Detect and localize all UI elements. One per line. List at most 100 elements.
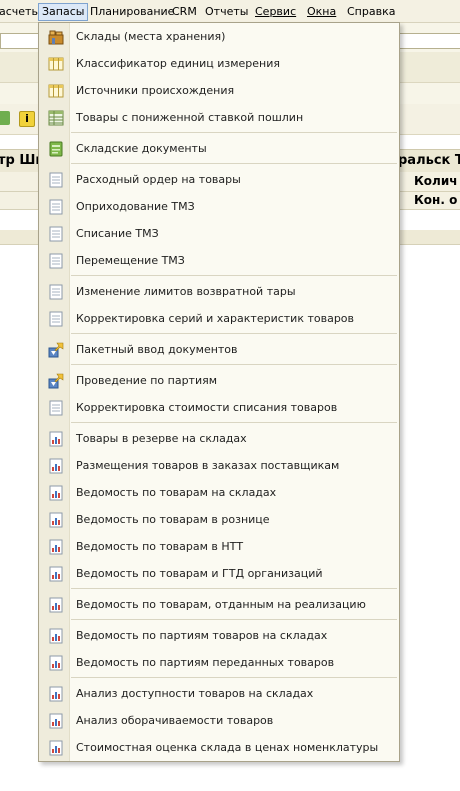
processing-icon [48, 342, 64, 358]
menu-item[interactable]: Классификатор единиц измерения [39, 52, 399, 76]
grid-header-right-text: ральск Т [398, 153, 460, 168]
menu-item[interactable]: Товары с пониженной ставкой пошлин [39, 106, 399, 130]
report-icon [48, 686, 64, 702]
menu-item[interactable]: Ведомость по товарам, отданным на реализ… [39, 593, 399, 617]
menu-item[interactable]: Изменение лимитов возвратной тары [39, 280, 399, 304]
register-icon [48, 110, 64, 126]
report-icon [48, 655, 64, 671]
menu-item[interactable]: Ведомость по партиям переданных товаров [39, 651, 399, 675]
menu-item-label: Ведомость по партиям переданных товаров [76, 656, 335, 669]
menu-item-label: Товары в резерве на складах [76, 432, 247, 445]
menu-separator [71, 132, 397, 133]
main-menu-bar: асчеты Запасы Планирование CRM Отчеты Се… [0, 0, 460, 23]
menu-item[interactable]: Корректировка серий и характеристик това… [39, 307, 399, 331]
report-icon [48, 431, 64, 447]
document-icon [48, 199, 64, 215]
menu-item-label: Ведомость по товарам, отданным на реализ… [76, 598, 366, 611]
report-icon [48, 597, 64, 613]
warehouse-icon [48, 29, 64, 45]
document-icon [48, 253, 64, 269]
journal-icon [48, 141, 64, 157]
menu-item[interactable]: Ведомость по товарам и ГТД организаций [39, 562, 399, 586]
document-icon [48, 226, 64, 242]
menu-separator [71, 588, 397, 589]
menu-item[interactable]: Перемещение ТМЗ [39, 249, 399, 273]
menu-item[interactable]: Списание ТМЗ [39, 222, 399, 246]
menu-separator [71, 163, 397, 164]
menu-item[interactable]: Пакетный ввод документов [39, 338, 399, 362]
menu-zapasy[interactable]: Запасы [38, 3, 89, 21]
menu-item-label: Ведомость по товарам в НТТ [76, 540, 244, 553]
report-icon [48, 628, 64, 644]
menu-separator [71, 364, 397, 365]
menu-item-label: Расходный ордер на товары [76, 173, 241, 186]
menu-raschety[interactable]: асчеты [0, 4, 40, 20]
menu-separator [71, 677, 397, 678]
menu-item-label: Складские документы [76, 142, 207, 155]
menu-item-label: Ведомость по товарам на складах [76, 486, 277, 499]
menu-item-label: Ведомость по товарам в рознице [76, 513, 270, 526]
menu-item-label: Ведомость по товарам и ГТД организаций [76, 567, 323, 580]
background-input-left[interactable] [0, 33, 40, 49]
menu-item[interactable]: Расходный ордер на товары [39, 168, 399, 192]
menu-item-label: Анализ оборачиваемости товаров [76, 714, 274, 727]
report-icon [48, 539, 64, 555]
document-icon [48, 400, 64, 416]
menu-item-label: Ведомость по партиям товаров на складах [76, 629, 328, 642]
menu-item[interactable]: Источники происхождения [39, 79, 399, 103]
report-icon [48, 458, 64, 474]
menu-item[interactable]: Корректировка стоимости списания товаров [39, 396, 399, 420]
menu-item[interactable]: Ведомость по партиям товаров на складах [39, 624, 399, 648]
report-icon [48, 512, 64, 528]
menu-item[interactable]: Ведомость по товарам в НТТ [39, 535, 399, 559]
menu-item[interactable]: Ведомость по товарам на складах [39, 481, 399, 505]
menu-item[interactable]: Анализ доступности товаров на складах [39, 682, 399, 706]
menu-crm[interactable]: CRM [172, 4, 197, 20]
catalog-icon [48, 56, 64, 72]
menu-okna[interactable]: Окна [307, 4, 336, 20]
menu-item[interactable]: Анализ оборачиваемости товаров [39, 709, 399, 733]
menu-item-label: Анализ доступности товаров на складах [76, 687, 314, 700]
report-icon [48, 740, 64, 756]
menu-item-label: Классификатор единиц измерения [76, 57, 280, 70]
menu-item-label: Оприходование ТМЗ [76, 200, 195, 213]
menu-spravka[interactable]: Справка [347, 4, 395, 20]
menu-separator [71, 275, 397, 276]
menu-servis[interactable]: Сервис [255, 4, 296, 20]
report-icon [48, 485, 64, 501]
catalog-icon [48, 83, 64, 99]
menu-item[interactable]: Размещения товаров в заказах поставщикам [39, 454, 399, 478]
menu-item-label: Проведение по партиям [76, 374, 218, 387]
menu-item-label: Изменение лимитов возвратной тары [76, 285, 296, 298]
menu-item-label: Стоимостная оценка склада в ценах номенк… [76, 741, 379, 754]
menu-item[interactable]: Товары в резерве на складах [39, 427, 399, 451]
menu-planirovanie[interactable]: Планирование [90, 4, 174, 20]
menu-separator [71, 333, 397, 334]
menu-item-label: Склады (места хранения) [76, 30, 226, 43]
processing-icon [48, 373, 64, 389]
menu-item-label: Источники происхождения [76, 84, 235, 97]
menu-item-label: Корректировка стоимости списания товаров [76, 401, 338, 414]
refresh-icon[interactable] [0, 111, 10, 125]
report-icon [48, 566, 64, 582]
grid-row2-right-text: Кон. о [414, 193, 458, 207]
menu-item-label: Пакетный ввод документов [76, 343, 238, 356]
menu-otchety[interactable]: Отчеты [205, 4, 248, 20]
menu-item[interactable]: Оприходование ТМЗ [39, 195, 399, 219]
menu-item-label: Списание ТМЗ [76, 227, 159, 240]
menu-item-label: Размещения товаров в заказах поставщикам [76, 459, 340, 472]
menu-separator [71, 422, 397, 423]
menu-separator [71, 619, 397, 620]
menu-item[interactable]: Стоимостная оценка склада в ценах номенк… [39, 736, 399, 760]
document-icon [48, 311, 64, 327]
menu-item[interactable]: Складские документы [39, 137, 399, 161]
menu-item-label: Корректировка серий и характеристик това… [76, 312, 355, 325]
menu-item[interactable]: Проведение по партиям [39, 369, 399, 393]
menu-item[interactable]: Склады (места хранения) [39, 25, 399, 49]
background-input-right[interactable] [398, 33, 460, 49]
menu-item[interactable]: Ведомость по товарам в рознице [39, 508, 399, 532]
document-icon [48, 172, 64, 188]
document-icon [48, 284, 64, 300]
info-icon[interactable]: i [19, 111, 35, 127]
menu-item-label: Перемещение ТМЗ [76, 254, 185, 267]
